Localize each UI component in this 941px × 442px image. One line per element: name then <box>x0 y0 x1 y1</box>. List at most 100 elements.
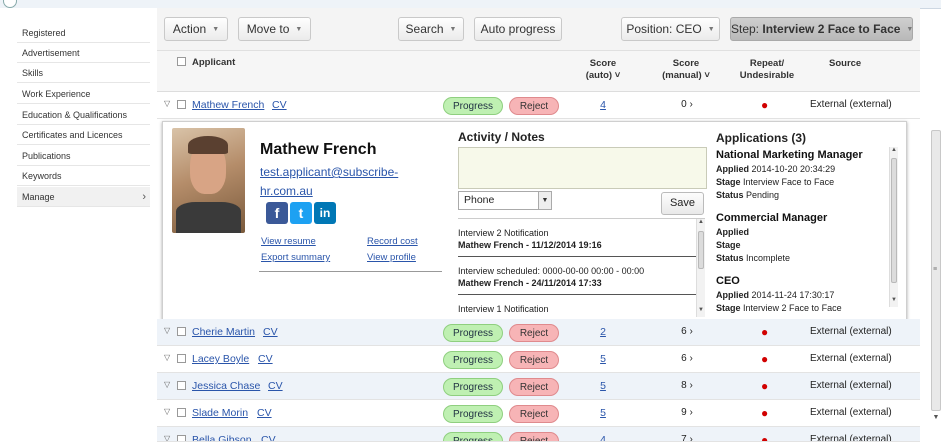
cv-link[interactable]: CV <box>258 353 273 365</box>
row-checkbox[interactable] <box>177 354 186 363</box>
header-score-auto-line1: Score <box>589 58 617 69</box>
row-checkbox[interactable] <box>177 408 186 417</box>
table-row[interactable]: ▽ Bella Gibson CV Progress Reject 4 7 › … <box>157 427 920 442</box>
applicant-name-link[interactable]: Slade Morin <box>192 407 248 419</box>
score-manual[interactable]: 8 › <box>667 380 707 391</box>
header-score-manual[interactable]: Score (manual) ˅ <box>653 58 719 82</box>
header-score-manual-line2: (manual) <box>662 70 702 81</box>
score-auto-link[interactable]: 5 <box>593 353 613 365</box>
scroll-up-icon[interactable]: ▲ <box>697 219 705 225</box>
table-row[interactable]: ▽ Cherie Martin CV Progress Reject 2 6 ›… <box>157 319 920 346</box>
score-manual[interactable]: 9 › <box>667 407 707 418</box>
applicant-name-link[interactable]: Cherie Martin <box>192 326 255 338</box>
score-manual[interactable]: 6 › <box>667 353 707 364</box>
step-select[interactable]: Step: Interview 2 Face to Face ▼ <box>730 17 913 41</box>
progress-button[interactable]: Progress <box>443 97 503 115</box>
cv-link[interactable]: CV <box>263 326 278 338</box>
scroll-down-icon[interactable]: ▼ <box>931 414 941 421</box>
score-manual[interactable]: 6 › <box>667 326 707 337</box>
scroll-down-icon[interactable]: ▼ <box>697 307 705 313</box>
linkedin-icon[interactable]: in <box>314 202 336 224</box>
dropdown-caret-icon: ▼ <box>212 26 220 33</box>
cv-link[interactable]: CV <box>257 407 272 419</box>
table-row[interactable]: ▽ Slade Morin CV Progress Reject 5 9 › ●… <box>157 400 920 427</box>
table-row[interactable]: ▽ Mathew French CV Progress Reject 4 0 ›… <box>157 92 920 119</box>
sidebar-item-education[interactable]: Education & Qualifications <box>17 105 150 125</box>
application-stage: Stage <box>716 240 741 250</box>
score-auto-link[interactable]: 5 <box>593 380 613 392</box>
expand-triangle-icon[interactable]: ▽ <box>164 353 170 362</box>
cv-link[interactable]: CV <box>272 99 287 111</box>
applicant-name-link[interactable]: Mathew French <box>192 99 264 111</box>
row-checkbox[interactable] <box>177 327 186 336</box>
note-type-select[interactable]: Phone ▼ <box>458 191 552 210</box>
cv-link[interactable]: CV <box>268 380 283 392</box>
progress-button[interactable]: Progress <box>443 324 503 342</box>
score-auto-link[interactable]: 5 <box>593 407 613 419</box>
reject-button[interactable]: Reject <box>509 324 559 342</box>
row-checkbox[interactable] <box>177 100 186 109</box>
progress-button[interactable]: Progress <box>443 405 503 423</box>
table-row[interactable]: ▽ Jessica Chase CV Progress Reject 5 8 ›… <box>157 373 920 400</box>
undesirable-dot: ● <box>761 406 769 420</box>
table-header: Applicant Score (auto) ˅ Score (manual) ˅ … <box>157 51 920 92</box>
sidebar-item-certificates[interactable]: Certificates and Licences <box>17 125 150 145</box>
twitter-icon[interactable]: t <box>290 202 312 224</box>
auto-progress-button[interactable]: Auto progress <box>474 17 562 41</box>
sidebar-item-label: Certificates and Licences <box>22 130 123 140</box>
expand-triangle-icon[interactable]: ▽ <box>164 326 170 335</box>
record-cost-link[interactable]: Record cost <box>367 236 418 247</box>
scroll-thumb[interactable] <box>698 231 704 269</box>
score-manual[interactable]: 0 › <box>667 99 707 110</box>
header-repeat-line2: Undesirable <box>739 70 795 81</box>
view-profile-link[interactable]: View profile <box>367 252 416 263</box>
select-all-checkbox[interactable] <box>177 57 186 66</box>
score-auto-link[interactable]: 4 <box>593 99 613 111</box>
sidebar-item-advertisement[interactable]: Advertisement <box>17 43 150 63</box>
facebook-icon[interactable]: f <box>266 202 288 224</box>
page-scrollbar[interactable]: ≡ <box>931 130 941 411</box>
move-to-button[interactable]: Move to ▼ <box>238 17 311 41</box>
applicant-name-link[interactable]: Jessica Chase <box>192 380 260 392</box>
sidebar-item-publications[interactable]: Publications <box>17 146 150 166</box>
applied-value: 2014-11-24 17:30:17 <box>751 290 835 300</box>
sidebar-item-registered[interactable]: Registered <box>17 23 150 43</box>
scroll-thumb[interactable] <box>891 158 897 283</box>
scroll-up-icon[interactable]: ▲ <box>890 147 898 153</box>
expand-triangle-icon[interactable]: ▽ <box>164 407 170 416</box>
scroll-down-icon[interactable]: ▼ <box>890 297 898 303</box>
score-manual-value: 6 <box>681 353 687 364</box>
action-button[interactable]: Action ▼ <box>164 17 228 41</box>
sidebar-item-skills[interactable]: Skills <box>17 63 150 83</box>
applicant-name-link[interactable]: Lacey Boyle <box>192 353 249 365</box>
notes-input[interactable] <box>458 147 707 189</box>
applications-scrollbar[interactable]: ▲ ▼ <box>889 147 898 307</box>
score-auto-link[interactable]: 2 <box>593 326 613 338</box>
progress-button[interactable]: Progress <box>443 378 503 396</box>
save-button[interactable]: Save <box>661 192 704 215</box>
export-summary-link[interactable]: Export summary <box>261 252 330 263</box>
note-divider <box>458 294 696 295</box>
status-label: Status <box>716 253 744 263</box>
sidebar-item-label: Advertisement <box>22 48 80 58</box>
reject-button[interactable]: Reject <box>509 97 559 115</box>
notes-scrollbar[interactable]: ▲ ▼ <box>696 219 705 317</box>
header-score-auto[interactable]: Score (auto) ˅ <box>577 58 629 82</box>
sidebar-item-work-experience[interactable]: Work Experience <box>17 84 150 104</box>
reject-button[interactable]: Reject <box>509 405 559 423</box>
position-select[interactable]: Position: CEO ▼ <box>621 17 720 41</box>
expand-triangle-icon[interactable]: ▽ <box>164 380 170 389</box>
progress-button[interactable]: Progress <box>443 351 503 369</box>
note-type-value: Phone <box>464 194 495 206</box>
sidebar-item-keywords[interactable]: Keywords <box>17 166 150 186</box>
row-checkbox[interactable] <box>177 381 186 390</box>
sidebar-item-manage[interactable]: Manage › <box>17 187 150 207</box>
search-button[interactable]: Search ▼ <box>398 17 464 41</box>
reject-button[interactable]: Reject <box>509 351 559 369</box>
view-resume-link[interactable]: View resume <box>261 236 316 247</box>
table-row[interactable]: ▽ Lacey Boyle CV Progress Reject 5 6 › ●… <box>157 346 920 373</box>
note-item: Interview 2 Notification Mathew French - … <box>458 227 688 251</box>
email-link[interactable]: test.applicant@subscribe-hr.com.au <box>260 163 440 201</box>
expand-triangle-icon[interactable]: ▽ <box>164 99 170 108</box>
reject-button[interactable]: Reject <box>509 378 559 396</box>
